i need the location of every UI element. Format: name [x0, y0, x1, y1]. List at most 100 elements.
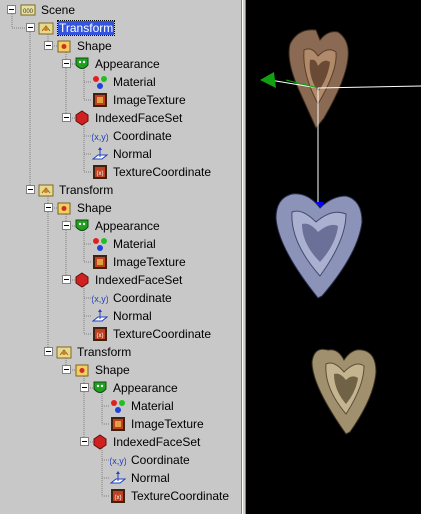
tree-node-label: Transform: [77, 345, 132, 359]
tree-node-indexed-face-set[interactable]: IndexedFaceSet: [74, 271, 183, 289]
tree-node-label: Appearance: [113, 381, 178, 395]
collapse-toggle[interactable]: [80, 383, 89, 392]
tree-node-label: Transform: [59, 183, 114, 197]
tree-node-texture-coordinate[interactable]: (x) TextureCoordinate: [92, 163, 212, 181]
tree-node-indexed-face-set[interactable]: IndexedFaceSet: [92, 433, 201, 451]
svg-text:(x): (x): [97, 171, 104, 177]
tree-node-label: Appearance: [95, 57, 160, 71]
appearance-icon: [74, 218, 90, 234]
tree-node-label: TextureCoordinate: [113, 327, 212, 341]
transform-gizmo[interactable]: [260, 72, 421, 216]
shape-icon: [56, 200, 72, 216]
scene-icon: 000: [20, 2, 36, 18]
appearance-icon: [74, 56, 90, 72]
z-axis-handle[interactable]: [260, 72, 276, 88]
appearance-icon: [92, 380, 108, 396]
collapse-toggle[interactable]: [80, 437, 89, 446]
collapse-toggle[interactable]: [26, 185, 35, 194]
tree-node-label: Material: [131, 399, 174, 413]
tree-node-scene[interactable]: 000 Scene: [20, 1, 76, 19]
tree-node-shape[interactable]: Shape: [74, 361, 131, 379]
x3d-editor-window: 000 Scene Transform Shape Appearance Mat…: [0, 0, 421, 514]
collapse-toggle[interactable]: [44, 203, 53, 212]
tree-node-image-texture[interactable]: ImageTexture: [92, 253, 187, 271]
shape-icon: [74, 362, 90, 378]
tree-node-coordinate[interactable]: (x,y) Coordinate: [92, 289, 173, 307]
tree-node-label: Shape: [77, 39, 112, 53]
transform-icon: [38, 182, 54, 198]
normal-icon: [110, 470, 126, 486]
normal-icon: [92, 146, 108, 162]
tree-node-appearance[interactable]: Appearance: [74, 55, 161, 73]
tree-node-material[interactable]: Material: [110, 397, 175, 415]
indexed-face-set-icon: [92, 434, 108, 450]
tree-node-label: Material: [113, 237, 156, 251]
tree-node-normal[interactable]: Normal: [92, 145, 153, 163]
tree-node-label: ImageTexture: [113, 93, 186, 107]
tree-node-normal[interactable]: Normal: [110, 469, 171, 487]
texture-coordinate-icon: (x): [110, 488, 126, 504]
tree-node-coordinate[interactable]: (x,y) Coordinate: [92, 127, 173, 145]
3d-viewport[interactable]: [246, 0, 421, 514]
heart-mesh-brown[interactable]: [288, 29, 349, 129]
normal-icon: [92, 308, 108, 324]
collapse-toggle[interactable]: [44, 347, 53, 356]
collapse-toggle[interactable]: [44, 41, 53, 50]
viewport-canvas: [260, 29, 421, 435]
shape-icon: [56, 38, 72, 54]
heart-mesh-tan[interactable]: [311, 348, 377, 435]
coordinate-icon: (x,y): [110, 452, 126, 468]
tree-node-texture-coordinate[interactable]: (x) TextureCoordinate: [110, 487, 230, 505]
svg-text:000: 000: [23, 9, 34, 15]
tree-node-image-texture[interactable]: ImageTexture: [92, 91, 187, 109]
collapse-toggle[interactable]: [62, 59, 71, 68]
svg-text:(x): (x): [115, 495, 122, 501]
svg-text:(x,y): (x,y): [110, 456, 126, 466]
svg-text:(x): (x): [97, 333, 104, 339]
tree-node-material[interactable]: Material: [92, 73, 157, 91]
tree-node-label: Appearance: [95, 219, 160, 233]
tree-node-label: Shape: [77, 201, 112, 215]
tree-node-label: TextureCoordinate: [113, 165, 212, 179]
tree-node-label: Normal: [113, 147, 152, 161]
tree-node-appearance[interactable]: Appearance: [74, 217, 161, 235]
material-icon: [92, 236, 108, 252]
tree-node-indexed-face-set[interactable]: IndexedFaceSet: [74, 109, 183, 127]
tree-node-normal[interactable]: Normal: [92, 307, 153, 325]
svg-text:(x,y): (x,y): [92, 294, 108, 304]
tree-node-transform[interactable]: Transform: [56, 343, 132, 361]
image-texture-icon: [92, 254, 108, 270]
tree-node-shape[interactable]: Shape: [56, 37, 113, 55]
tree-node-transform[interactable]: Transform: [38, 19, 116, 37]
collapse-toggle[interactable]: [62, 275, 71, 284]
tree-node-transform[interactable]: Transform: [38, 181, 114, 199]
collapse-toggle[interactable]: [62, 221, 71, 230]
material-icon: [110, 398, 126, 414]
collapse-toggle[interactable]: [62, 365, 71, 374]
tree-node-material[interactable]: Material: [92, 235, 157, 253]
collapse-toggle[interactable]: [7, 5, 16, 14]
transform-icon: [56, 344, 72, 360]
coordinate-icon: (x,y): [92, 290, 108, 306]
collapse-toggle[interactable]: [62, 113, 71, 122]
tree-node-label: Normal: [113, 309, 152, 323]
tree-node-label: Coordinate: [113, 291, 172, 305]
material-icon: [92, 74, 108, 90]
tree-node-appearance[interactable]: Appearance: [92, 379, 179, 397]
collapse-toggle[interactable]: [26, 23, 35, 32]
transform-icon: [38, 20, 54, 36]
tree-node-image-texture[interactable]: ImageTexture: [110, 415, 205, 433]
heart-mesh-blue[interactable]: [275, 193, 363, 299]
texture-coordinate-icon: (x): [92, 164, 108, 180]
tree-node-label: Coordinate: [131, 453, 190, 467]
tree-node-label: IndexedFaceSet: [113, 435, 201, 449]
tree-node-shape[interactable]: Shape: [56, 199, 113, 217]
tree-node-label: IndexedFaceSet: [95, 111, 183, 125]
tree-node-label: Normal: [131, 471, 170, 485]
tree-node-texture-coordinate[interactable]: (x) TextureCoordinate: [92, 325, 212, 343]
tree-node-coordinate[interactable]: (x,y) Coordinate: [110, 451, 191, 469]
tree-node-label: Shape: [95, 363, 130, 377]
tree-node-label: Scene: [41, 3, 76, 17]
image-texture-icon: [110, 416, 126, 432]
image-texture-icon: [92, 92, 108, 108]
